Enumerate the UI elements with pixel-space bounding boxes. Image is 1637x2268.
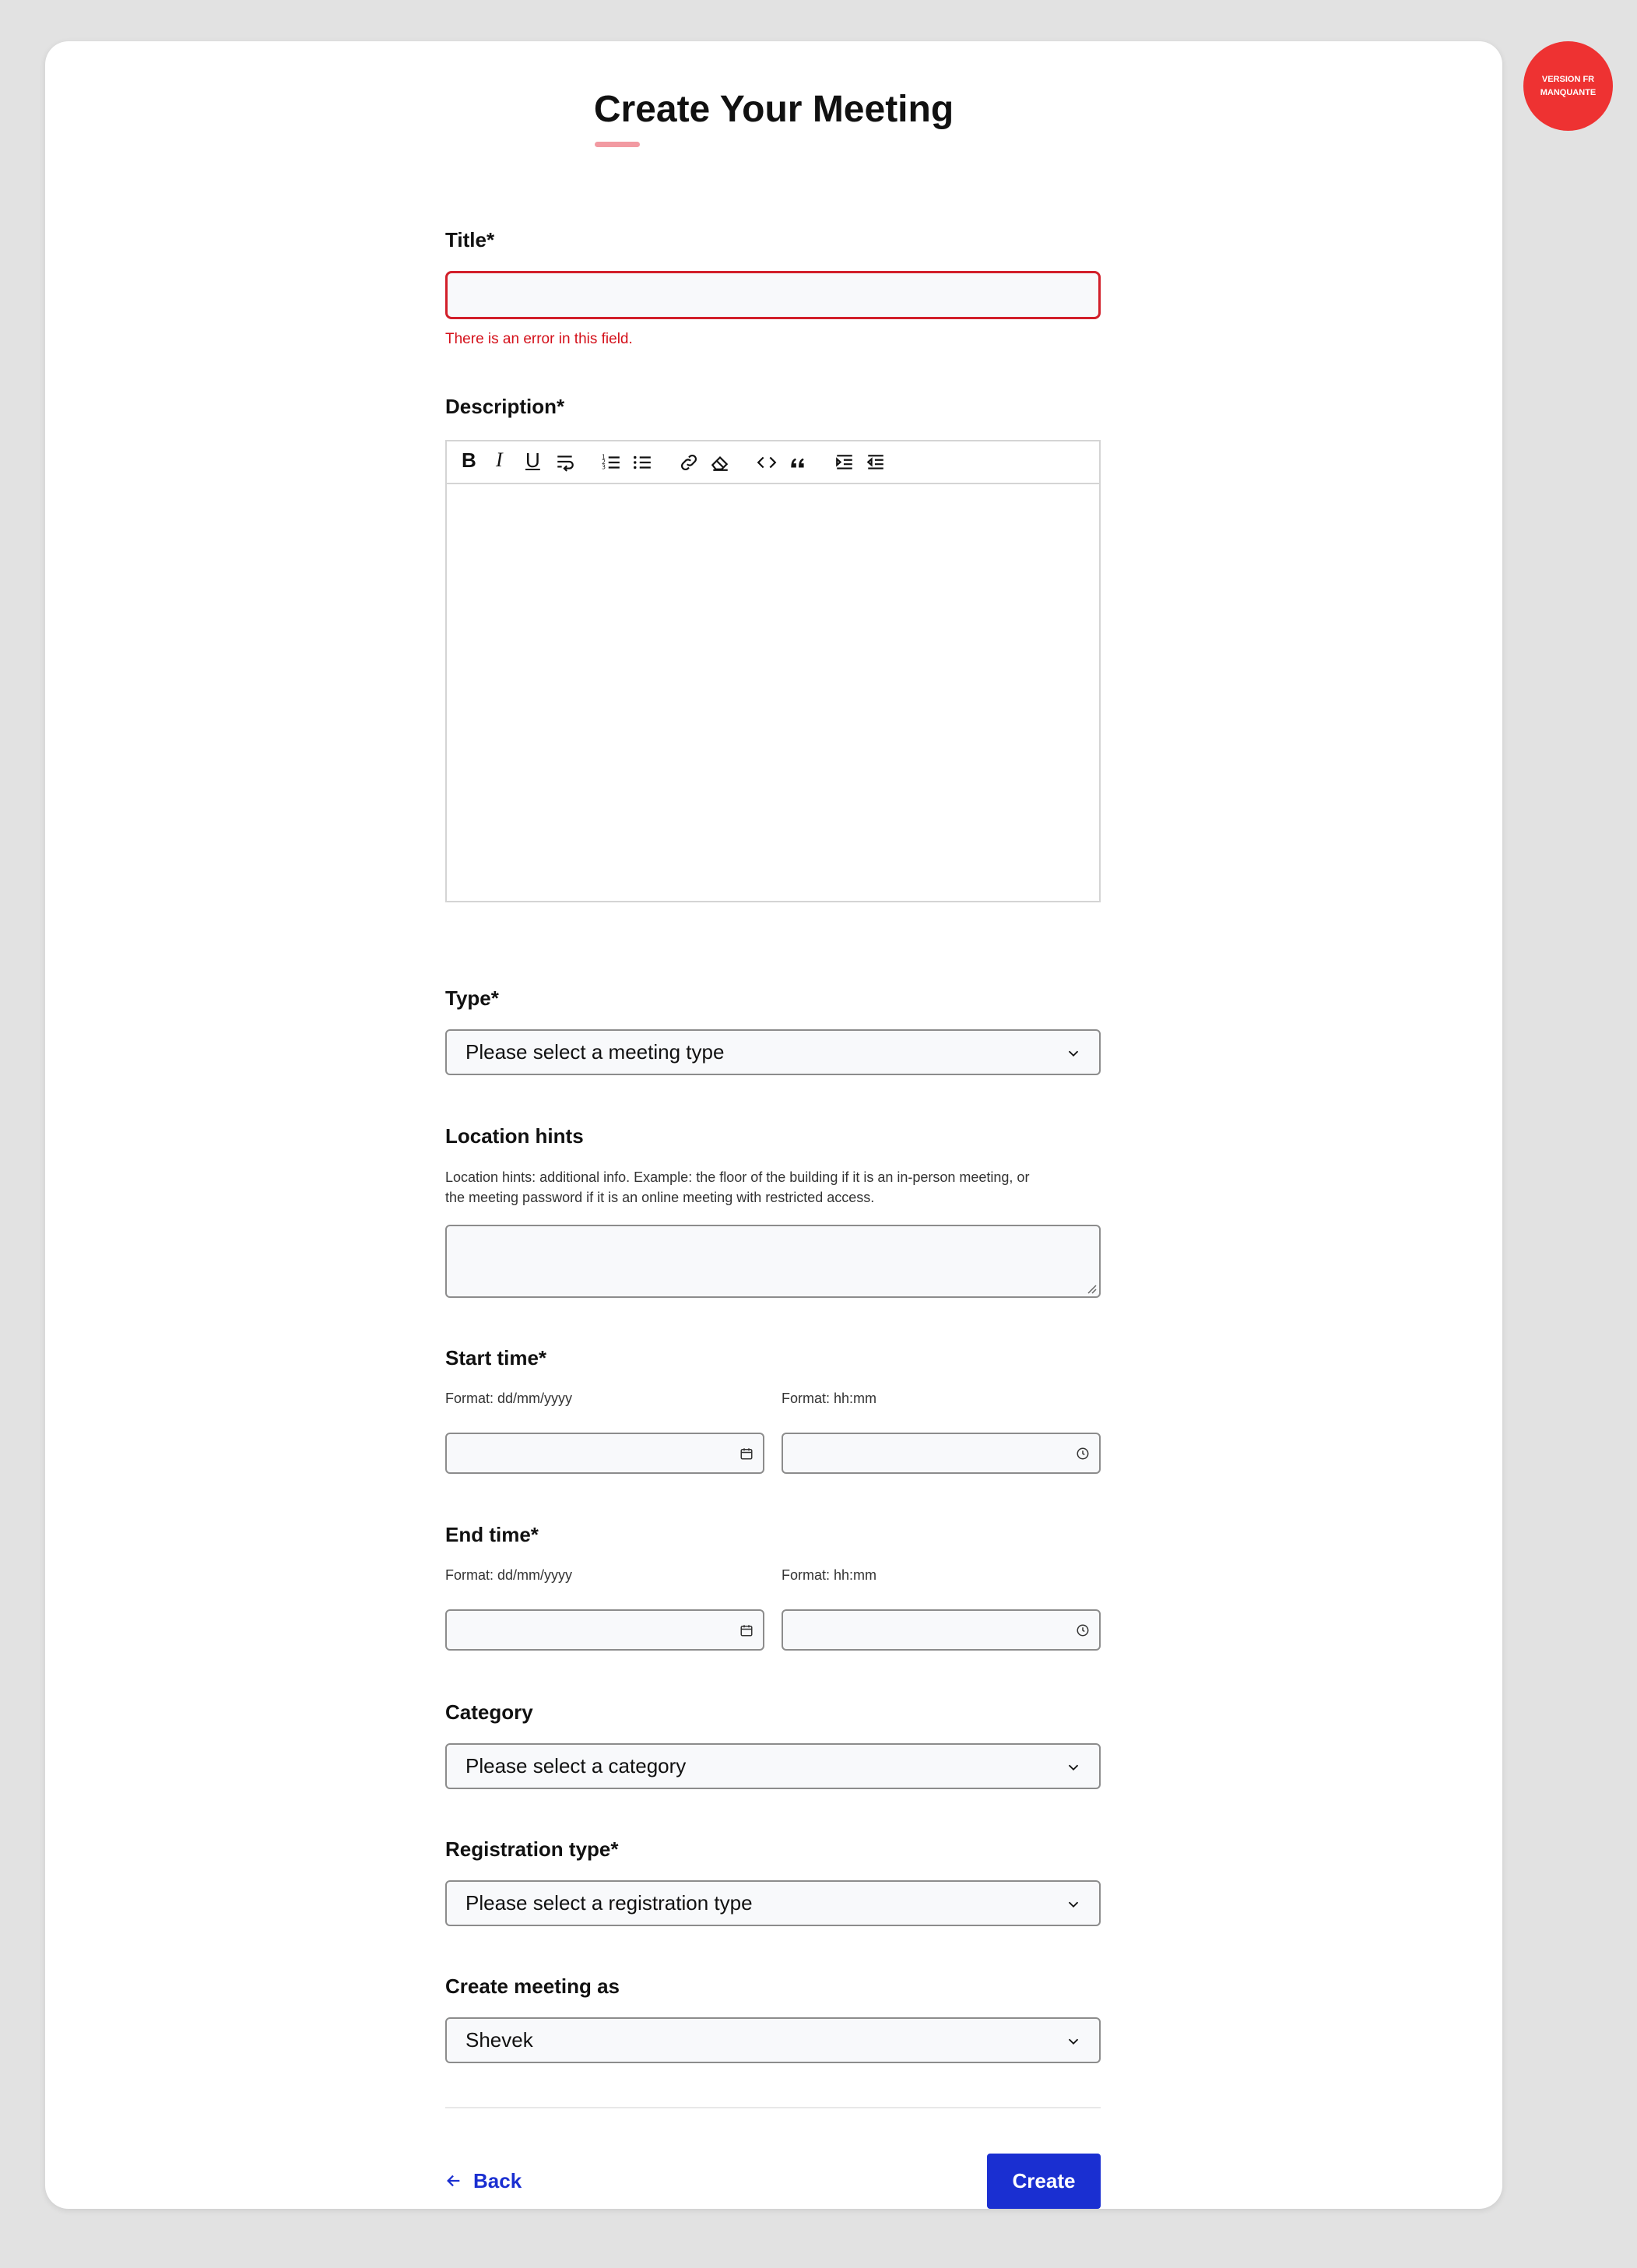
registration-type-select-value: Please select a registration type (465, 1891, 753, 1915)
start-time-format-hint: Format: hh:mm (782, 1391, 877, 1406)
underline-button[interactable]: U (525, 448, 540, 473)
quote-icon[interactable] (788, 452, 808, 473)
location-hints-textarea[interactable] (445, 1225, 1101, 1298)
title-error-message: There is an error in this field. (445, 331, 633, 347)
resize-handle-icon[interactable] (1086, 1283, 1097, 1294)
clock-icon[interactable] (1076, 1623, 1090, 1637)
end-date-input[interactable] (445, 1609, 764, 1651)
chevron-down-icon (1068, 1901, 1079, 1908)
back-link[interactable]: Back (445, 2165, 522, 2196)
outdent-icon[interactable] (866, 452, 886, 473)
form-divider (445, 2107, 1101, 2108)
end-time-input[interactable] (782, 1609, 1101, 1651)
back-label: Back (473, 2168, 522, 2192)
missing-translation-badge: VERSION FR MANQUANTE (1523, 41, 1613, 131)
calendar-icon[interactable] (739, 1623, 754, 1637)
end-time-label: End time* (445, 1523, 539, 1546)
end-time-format-hint: Format: hh:mm (782, 1567, 877, 1583)
registration-type-label: Registration type* (445, 1837, 619, 1861)
chevron-down-icon (1068, 1764, 1079, 1771)
ordered-list-icon[interactable]: 1 2 3 (601, 452, 621, 473)
description-editor: B I U 1 2 3 (445, 440, 1101, 902)
create-button[interactable]: Create (987, 2154, 1101, 2209)
start-date-input[interactable] (445, 1433, 764, 1474)
indent-icon[interactable] (834, 452, 855, 473)
editor-toolbar: B I U 1 2 3 (447, 441, 1099, 484)
type-select[interactable]: Please select a meeting type (445, 1029, 1101, 1075)
arrow-left-icon (447, 2175, 460, 2187)
clock-icon[interactable] (1076, 1447, 1090, 1461)
calendar-icon[interactable] (739, 1447, 754, 1461)
description-editor-content[interactable] (447, 484, 1099, 901)
type-select-value: Please select a meeting type (465, 1040, 725, 1064)
badge-line-2: MANQUANTE (1540, 87, 1597, 97)
registration-type-select[interactable]: Please select a registration type (445, 1880, 1101, 1926)
type-label: Type* (445, 986, 499, 1010)
title-underline (595, 142, 640, 147)
link-icon[interactable] (679, 452, 699, 473)
start-date-format-hint: Format: dd/mm/yyyy (445, 1391, 573, 1406)
chevron-down-icon (1068, 1050, 1079, 1057)
create-as-select-value: Shevek (465, 2028, 533, 2052)
location-hints-help-line-1: Location hints: additional info. Example… (445, 1169, 1030, 1185)
location-hints-help-line-2: the meeting password if it is an online … (445, 1190, 875, 1205)
category-label: Category (445, 1700, 533, 1724)
hard-break-icon[interactable] (555, 452, 575, 473)
svg-text:3: 3 (602, 464, 606, 471)
chevron-down-icon (1068, 2038, 1079, 2045)
end-date-format-hint: Format: dd/mm/yyyy (445, 1567, 573, 1583)
page-title: Create Your Meeting (593, 89, 954, 130)
location-hints-label: Location hints (445, 1124, 584, 1148)
bullet-list-icon[interactable] (632, 452, 652, 473)
bold-button[interactable]: B (462, 448, 476, 473)
badge-line-1: VERSION FR (1541, 74, 1595, 84)
form-card: Create Your Meeting Title* There is an e… (45, 41, 1502, 2209)
description-label: Description* (445, 395, 565, 418)
italic-button[interactable]: I (496, 448, 503, 472)
create-as-select[interactable]: Shevek (445, 2017, 1101, 2063)
title-label: Title* (445, 228, 495, 251)
code-icon[interactable] (757, 452, 777, 473)
start-time-label: Start time* (445, 1346, 547, 1370)
start-time-input[interactable] (782, 1433, 1101, 1474)
title-input[interactable] (445, 271, 1101, 319)
create-as-label: Create meeting as (445, 1974, 620, 1998)
category-select[interactable]: Please select a category (445, 1743, 1101, 1789)
eraser-icon[interactable] (710, 452, 730, 473)
category-select-value: Please select a category (465, 1754, 687, 1777)
